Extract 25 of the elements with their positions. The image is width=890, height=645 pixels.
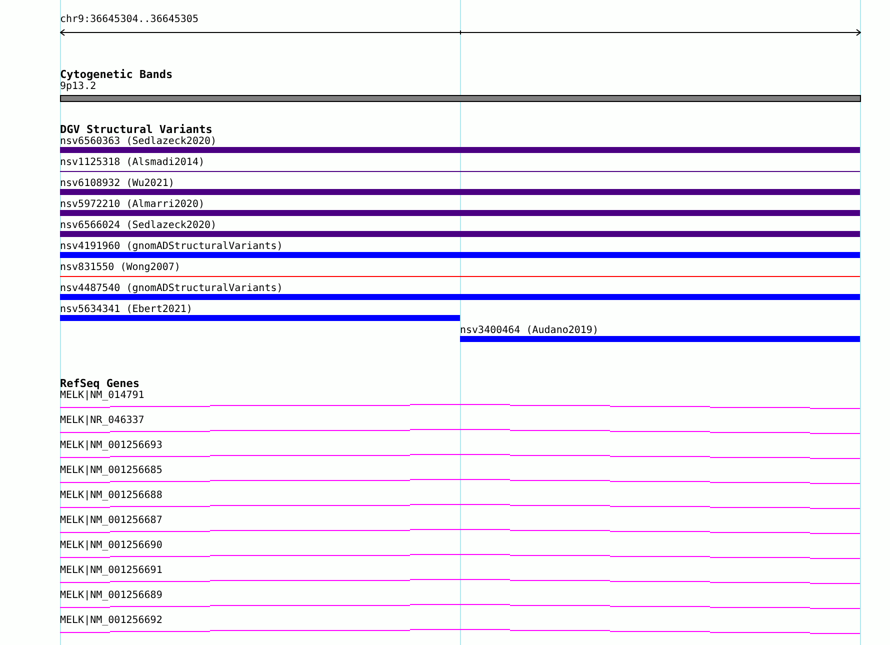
variant-label: nsv6108932 (Wu2021) — [60, 178, 176, 189]
variant-label: nsv4487540 (gnomADStructuralVariants) — [60, 283, 284, 294]
gene-label: MELK|NM_001256691 — [60, 565, 164, 577]
variant-label: nsv6560363 (Sedlazeck2020) — [60, 136, 218, 147]
variant-label: nsv6566024 (Sedlazeck2020) — [60, 220, 218, 231]
variant-label: nsv4191960 (gnomADStructuralVariants) — [60, 241, 284, 252]
track-title: RefSeq Genes — [60, 378, 140, 390]
gene-label: MELK|NM_001256687 — [60, 515, 164, 527]
variant-label: nsv5972210 (Almarri2020) — [60, 199, 206, 210]
gene-label: MELK|NM_001256685 — [60, 465, 164, 477]
track-title: Cytogenetic Bands — [60, 69, 174, 81]
location-label: chr9:36645304..36645305 — [60, 14, 200, 26]
variant-label: nsv831550 (Wong2007) — [60, 262, 182, 273]
gene-label: MELK|NM_001256690 — [60, 540, 164, 552]
band-label: 9p13.2 — [60, 81, 98, 93]
gene-label: MELK|NR_046337 — [60, 415, 146, 427]
gene-label: MELK|NM_001256688 — [60, 490, 164, 502]
gene-label: MELK|NM_014791 — [60, 390, 146, 402]
variant-label: nsv1125318 (Alsmadi2014) — [60, 157, 206, 168]
gene-label: MELK|NM_001256689 — [60, 590, 164, 602]
gene-label: MELK|NM_001256693 — [60, 440, 164, 452]
variant-label: nsv3400464 (Audano2019) — [460, 325, 600, 336]
variant-label: nsv5634341 (Ebert2021) — [60, 304, 194, 315]
track-title: DGV Structural Variants — [60, 124, 214, 136]
gene-label: MELK|NM_001256692 — [60, 615, 164, 627]
